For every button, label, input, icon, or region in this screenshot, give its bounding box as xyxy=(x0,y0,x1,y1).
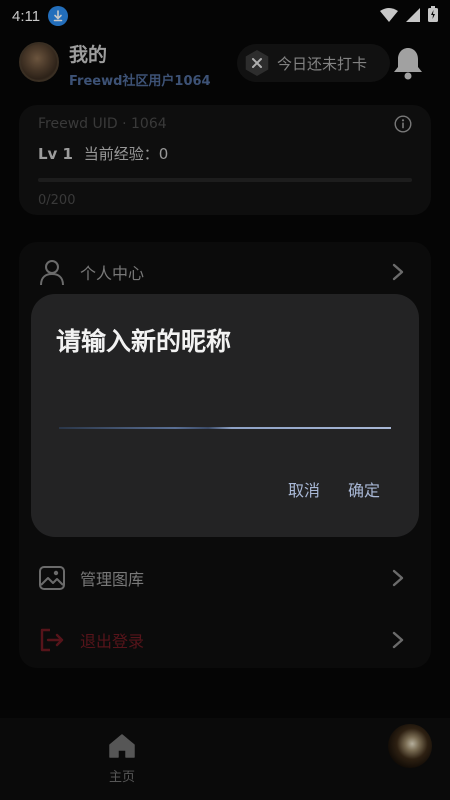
rename-dialog: 请输入新的昵称 取消 确定 xyxy=(31,294,419,537)
nickname-input[interactable] xyxy=(59,390,391,430)
cancel-button[interactable]: 取消 xyxy=(288,477,320,501)
input-underline xyxy=(59,427,391,429)
confirm-button[interactable]: 确定 xyxy=(348,477,380,501)
dialog-title: 请输入新的昵称 xyxy=(56,327,232,356)
